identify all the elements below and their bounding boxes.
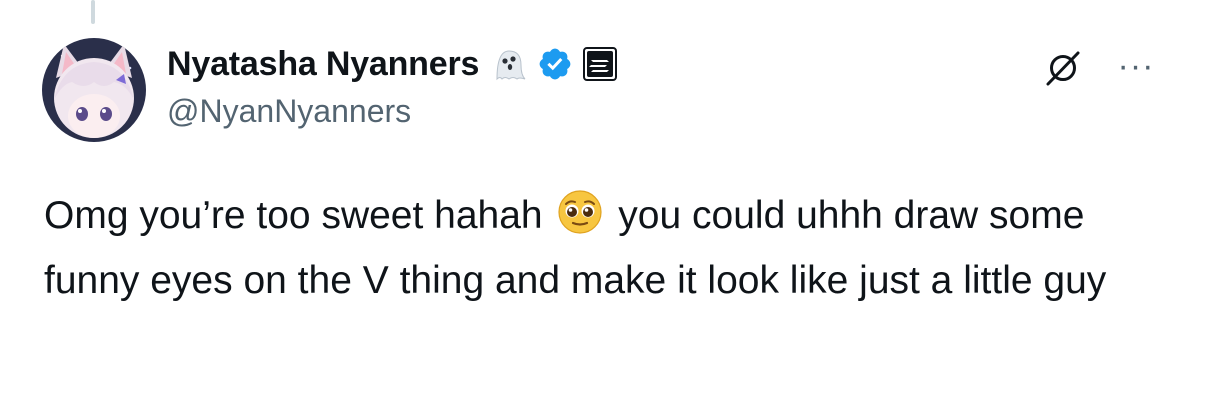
author-display-name[interactable]: Nyatasha Nyanners bbox=[167, 45, 479, 84]
author-handle[interactable]: @NyanNyanners bbox=[167, 93, 411, 130]
thread-connector-line bbox=[91, 0, 95, 24]
tweet-text: Omg you’re too sweet hahah you could uhh… bbox=[44, 187, 1174, 310]
affiliate-logo-icon[interactable] bbox=[583, 47, 618, 81]
avatar-image bbox=[42, 38, 146, 142]
author-name-row: Nyatasha Nyanners bbox=[167, 42, 618, 86]
verified-badge-icon[interactable] bbox=[537, 46, 573, 82]
more-options-button[interactable]: ··· bbox=[1112, 47, 1160, 85]
pleading-face-emoji-icon bbox=[557, 189, 603, 252]
ghost-emoji-icon bbox=[489, 45, 527, 83]
tweet-text-part-1: Omg you’re too sweet hahah bbox=[44, 194, 554, 237]
avatar[interactable] bbox=[42, 38, 146, 142]
grok-button[interactable] bbox=[1043, 48, 1083, 88]
slashed-circle-icon bbox=[1046, 51, 1080, 86]
